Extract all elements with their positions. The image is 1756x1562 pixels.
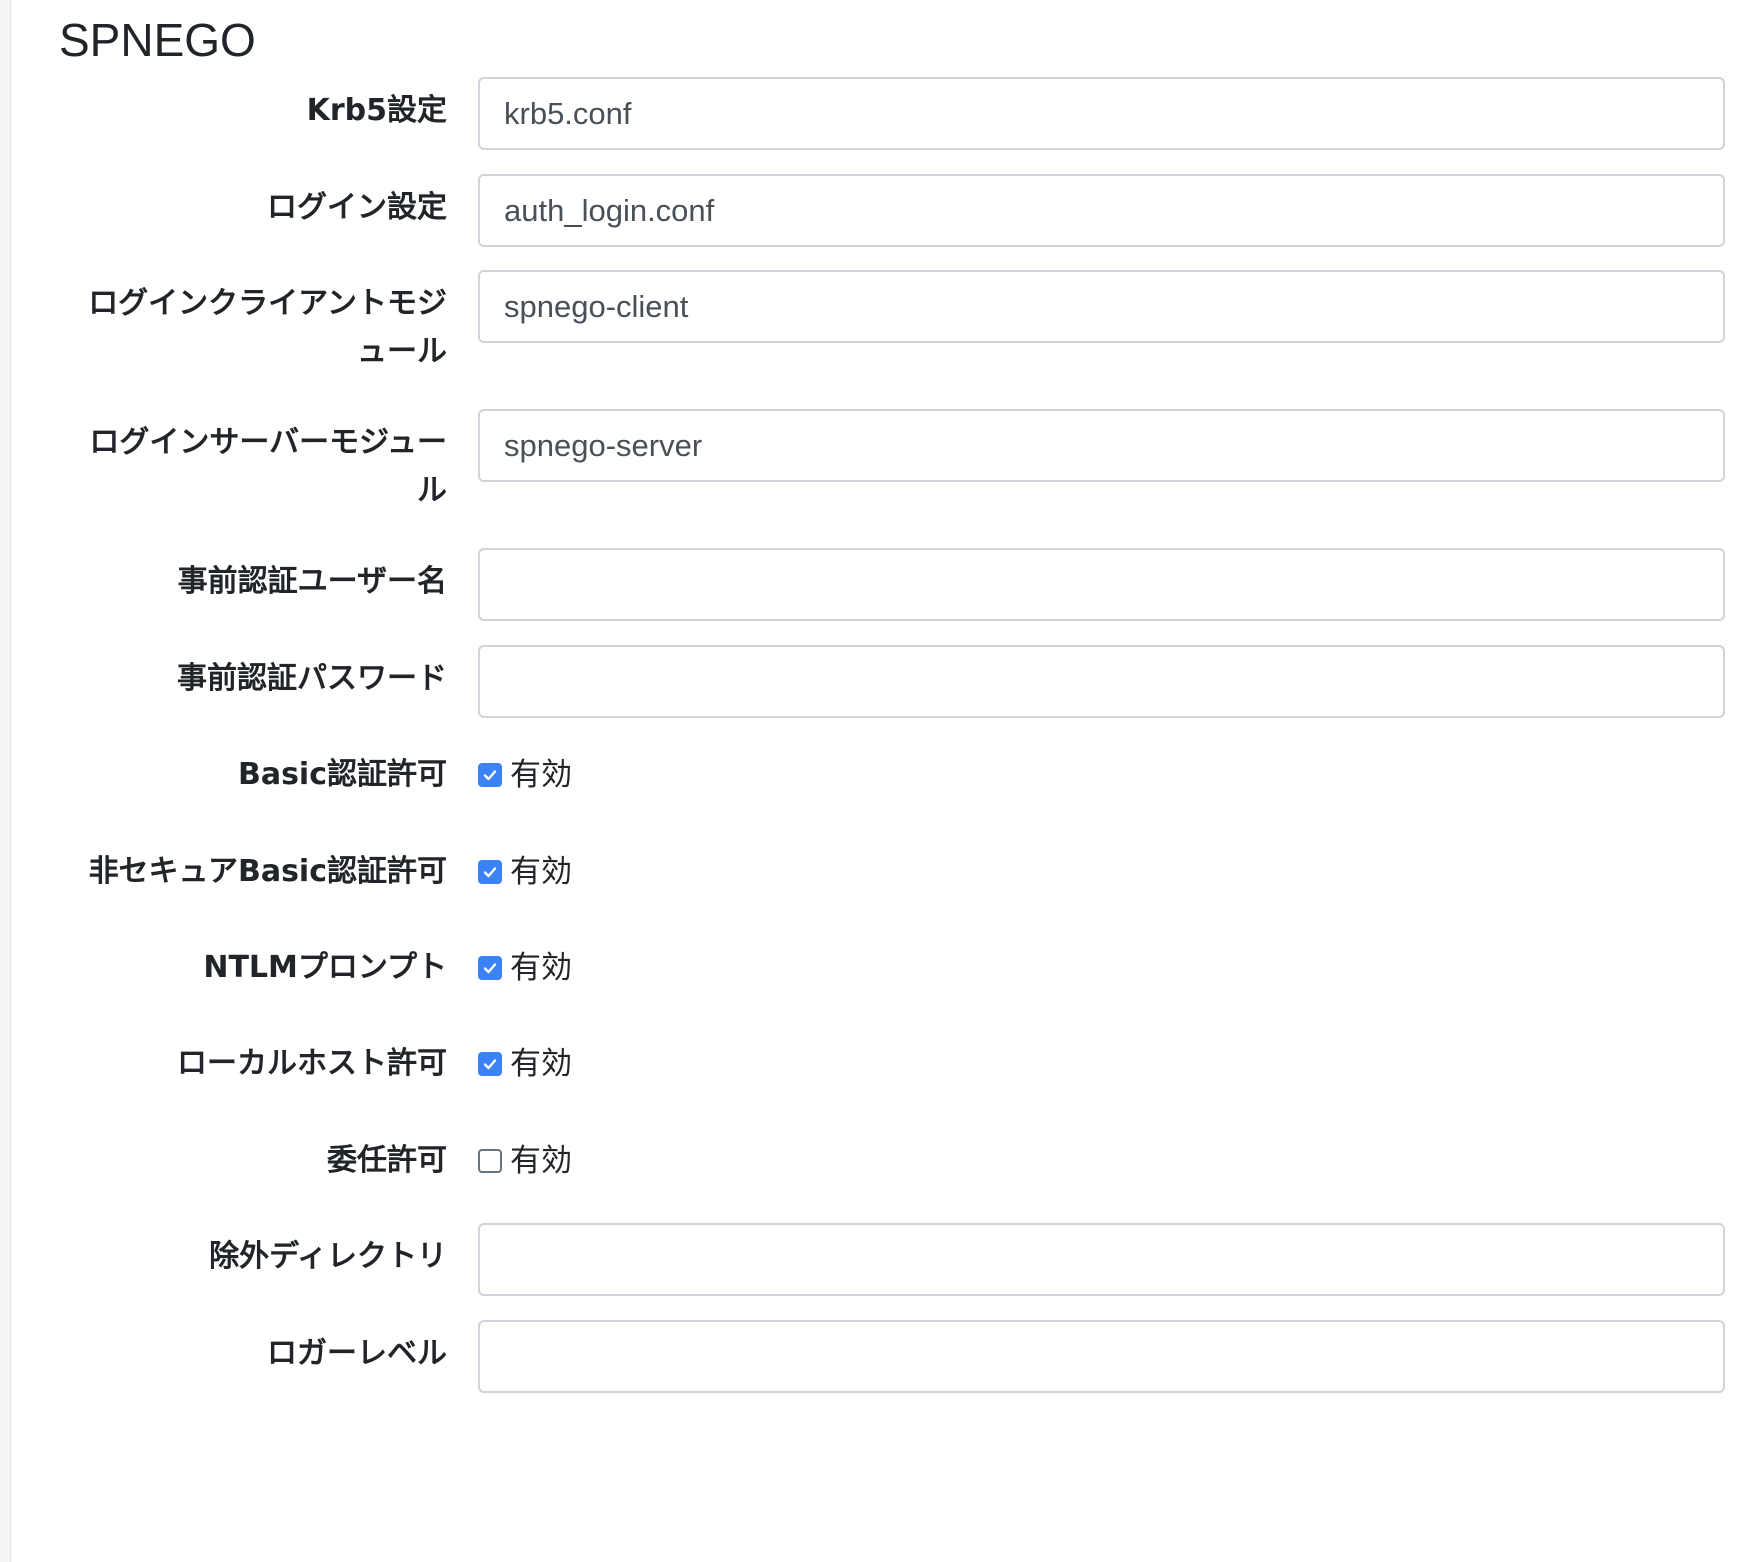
exclude-dirs-input[interactable] [478, 1223, 1725, 1296]
insecure-basic-auth-option-label[interactable]: 有効 [510, 852, 572, 892]
localhost-allow-option-label[interactable]: 有効 [510, 1044, 572, 1084]
login-server-module-input[interactable] [478, 409, 1725, 482]
delegation-allow-checkbox-group[interactable]: 有効 [478, 1141, 572, 1181]
localhost-allow-checkbox-group[interactable]: 有効 [478, 1044, 572, 1084]
check-icon [483, 963, 497, 974]
ntlm-prompt-label: NTLMプロンプト [203, 950, 447, 985]
localhost-allow-checkbox[interactable] [478, 1052, 502, 1076]
krb5-input[interactable] [478, 77, 1725, 150]
logger-level-input[interactable] [478, 1320, 1725, 1393]
delegation-allow-option-label[interactable]: 有効 [510, 1141, 572, 1181]
check-icon [483, 1059, 497, 1070]
login-conf-input[interactable] [478, 174, 1725, 247]
ntlm-prompt-option-label[interactable]: 有効 [510, 948, 572, 988]
logger-level-label: ロガーレベル [267, 1336, 447, 1371]
login-client-module-label: ログインクライアントモジュール [88, 286, 447, 369]
ntlm-prompt-checkbox[interactable] [478, 956, 502, 980]
check-icon [483, 770, 497, 781]
login-conf-label: ログイン設定 [267, 190, 447, 225]
preauth-password-input[interactable] [478, 645, 1725, 718]
ntlm-prompt-checkbox-group[interactable]: 有効 [478, 948, 572, 988]
insecure-basic-auth-checkbox[interactable] [478, 860, 502, 884]
spnego-settings-panel: SPNEGO Krb5設定 ログイン設定 ログインクライアントモジュール ログイ… [10, 0, 1756, 1562]
login-client-module-input[interactable] [478, 270, 1725, 343]
delegation-allow-label: 委任許可 [327, 1143, 447, 1178]
login-server-module-label: ログインサーバーモジュール [89, 425, 447, 508]
krb5-label: Krb5設定 [306, 93, 447, 128]
delegation-allow-checkbox[interactable] [478, 1149, 502, 1173]
insecure-basic-auth-checkbox-group[interactable]: 有効 [478, 852, 572, 892]
preauth-password-label: 事前認証パスワード [177, 661, 447, 696]
basic-auth-checkbox[interactable] [478, 763, 502, 787]
basic-auth-label: Basic認証許可 [237, 757, 447, 792]
basic-auth-option-label[interactable]: 有効 [510, 755, 572, 795]
localhost-allow-label: ローカルホスト許可 [177, 1046, 447, 1081]
insecure-basic-auth-label: 非セキュアBasic認証許可 [88, 854, 447, 889]
section-title: SPNEGO [59, 14, 256, 66]
preauth-username-input[interactable] [478, 548, 1725, 621]
check-icon [483, 867, 497, 878]
preauth-username-label: 事前認証ユーザー名 [177, 564, 447, 599]
exclude-dirs-label: 除外ディレクトリ [209, 1239, 447, 1274]
basic-auth-checkbox-group[interactable]: 有効 [478, 755, 572, 795]
